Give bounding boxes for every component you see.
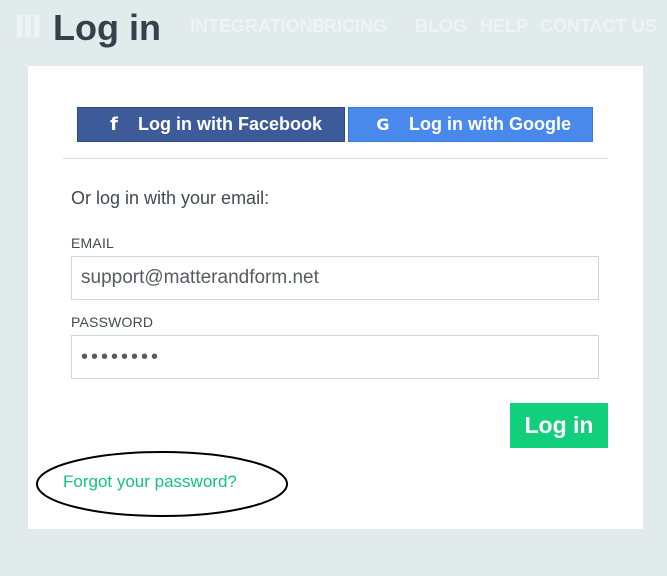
password-label: PASSWORD bbox=[71, 314, 154, 330]
google-login-button[interactable]: G Log in with Google bbox=[348, 107, 593, 142]
facebook-login-label: Log in with Facebook bbox=[138, 114, 322, 134]
nav-item-help: HELP bbox=[480, 16, 529, 36]
login-button[interactable]: Log in bbox=[510, 403, 608, 448]
nav-item-integrations: INTEGRATIONS bbox=[190, 16, 325, 36]
brand-logo-ghost: Ⅲ bbox=[14, 11, 43, 44]
nav-item-blog: BLOG bbox=[415, 16, 467, 36]
email-login-prompt: Or log in with your email: bbox=[71, 188, 270, 208]
email-label: EMAIL bbox=[71, 235, 115, 251]
login-card: f Log in with Facebook G Log in with Goo… bbox=[28, 66, 643, 529]
facebook-login-button[interactable]: f Log in with Facebook bbox=[77, 107, 345, 142]
page-title: Log in bbox=[53, 7, 161, 48]
password-input[interactable]: •••••••• bbox=[71, 335, 599, 379]
divider bbox=[63, 158, 608, 159]
nav-item-pricing: PRICING bbox=[312, 16, 388, 36]
forgot-password-link[interactable]: Forgot your password? bbox=[63, 472, 237, 492]
email-input[interactable]: support@matterandform.net bbox=[71, 256, 599, 300]
google-icon: G bbox=[376, 115, 390, 134]
facebook-icon: f bbox=[110, 114, 118, 135]
google-login-label: Log in with Google bbox=[409, 114, 571, 134]
nav-item-contact: CONTACT US bbox=[540, 16, 657, 36]
